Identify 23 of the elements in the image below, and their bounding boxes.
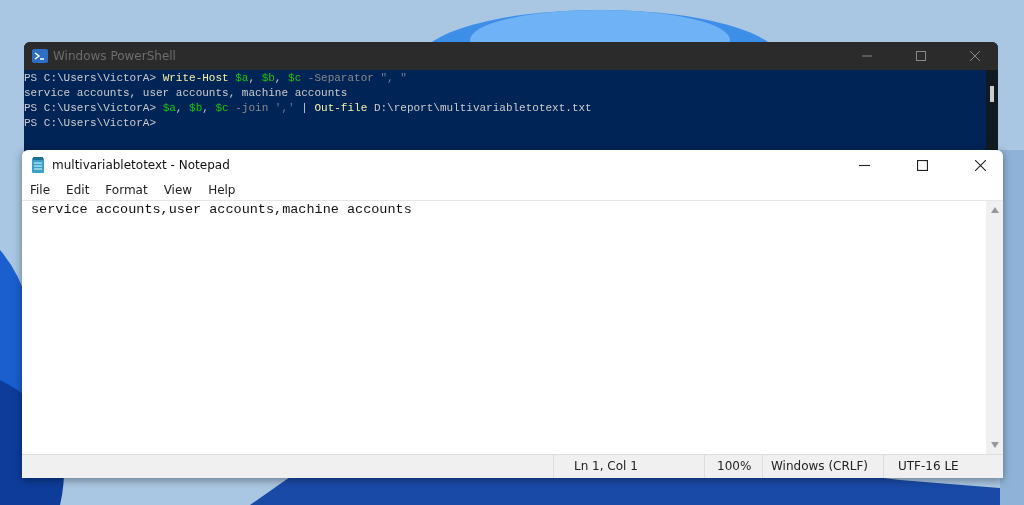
close-icon[interactable] <box>975 159 986 171</box>
console-line: PS C:\Users\VictorA> Write-Host $a, $b, $c -Separator ", " <box>24 71 408 86</box>
status-item: 100% <box>704 455 762 478</box>
console-line: service accounts, user accounts, machine accounts <box>24 86 349 101</box>
scroll-down-icon[interactable] <box>990 442 999 448</box>
menu-item[interactable]: File <box>30 183 59 197</box>
maximize-icon[interactable] <box>917 159 928 171</box>
text-area[interactable]: service accounts,user accounts,machine accounts <box>26 201 986 222</box>
window-title: Windows PowerShell <box>53 49 176 63</box>
powershell-icon <box>32 49 48 63</box>
menu-item[interactable]: Help <box>208 183 244 197</box>
status-item: Ln 1, Col 1 <box>553 455 704 478</box>
window-title: multivariabletotext - Notepad <box>52 158 230 172</box>
console-line: PS C:\Users\VictorA> <box>24 116 158 131</box>
menu-item[interactable]: Format <box>105 183 156 197</box>
menu-item[interactable]: View <box>163 183 201 197</box>
status-item: Windows (CRLF) <box>762 455 883 478</box>
console-line: PS C:\Users\VictorA> $a, $b, $c -join ',' | Out-file D:\report\multivariabletotext.txt <box>24 101 593 116</box>
menu-item[interactable]: Edit <box>66 183 98 197</box>
scrollbar-thumb[interactable] <box>990 86 994 102</box>
notepad-icon <box>32 157 44 173</box>
status-item: UTF-16 LE <box>883 455 1003 478</box>
scroll-up-icon[interactable] <box>990 207 999 213</box>
